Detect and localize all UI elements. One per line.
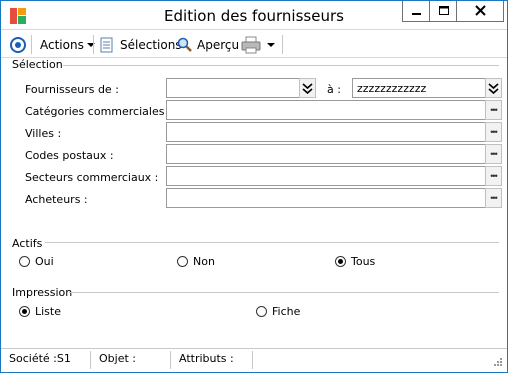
radio-circle (177, 256, 188, 267)
codes-postaux-label: Codes postaux : (25, 149, 114, 162)
actifs-tous-radio[interactable]: Tous (335, 255, 375, 268)
app-window: Edition des fournisseurs Actions Sélecti… (0, 0, 508, 373)
selection-divider (63, 65, 499, 66)
categories-input[interactable] (166, 100, 485, 120)
ellipsis-icon: ••• (490, 105, 498, 115)
chevron-down-icon (86, 43, 95, 47)
minimize-button[interactable] (402, 1, 430, 22)
secteurs-input[interactable] (166, 166, 485, 186)
target-button[interactable] (9, 35, 27, 55)
actions-menu[interactable]: Actions (40, 35, 96, 55)
villes-picker-button[interactable]: ••• (485, 122, 502, 142)
printer-icon (241, 36, 261, 54)
actifs-non-radio[interactable]: Non (177, 255, 215, 268)
radio-circle-selected (335, 256, 346, 267)
double-chevron-down-icon (488, 82, 499, 94)
print-dropdown[interactable] (266, 35, 276, 55)
selections-label: Sélections (120, 38, 182, 52)
codes-postaux-picker-button[interactable]: ••• (485, 144, 502, 164)
actifs-tous-label: Tous (351, 255, 376, 268)
impression-liste-radio[interactable]: Liste (19, 305, 61, 318)
apercu-button[interactable]: Aperçu (177, 35, 239, 55)
to-label: à : (327, 83, 341, 96)
acheteurs-label: Acheteurs : (25, 193, 88, 206)
fournisseurs-to-input[interactable]: zzzzzzzzzzzz (352, 78, 485, 98)
fournisseurs-to-dropdown[interactable] (485, 78, 502, 98)
ellipsis-icon: ••• (490, 193, 498, 203)
impression-divider (69, 292, 499, 293)
print-button[interactable] (241, 35, 261, 55)
actifs-oui-radio[interactable]: Oui (19, 255, 54, 268)
fournisseurs-from-input[interactable] (166, 78, 299, 98)
target-icon (10, 37, 26, 53)
minimize-icon (412, 13, 421, 15)
actifs-oui-label: Oui (35, 255, 54, 268)
villes-input[interactable] (166, 122, 485, 142)
acheteurs-picker-button[interactable]: ••• (485, 188, 502, 208)
toolbar: Actions Sélections Aperçu (1, 32, 507, 58)
impression-heading: Impression (12, 286, 73, 299)
apercu-label: Aperçu (197, 38, 240, 52)
ellipsis-icon: ••• (490, 149, 498, 159)
radio-circle (19, 256, 30, 267)
ellipsis-icon: ••• (490, 171, 498, 181)
document-icon (100, 37, 113, 53)
secteurs-label: Secteurs commerciaux : (25, 171, 159, 184)
title-bar: Edition des fournisseurs (1, 1, 507, 30)
magnifier-icon (177, 37, 192, 52)
secteurs-picker-button[interactable]: ••• (485, 166, 502, 186)
resize-grip-icon[interactable] (491, 357, 503, 369)
double-chevron-down-icon (302, 82, 313, 94)
radio-circle (256, 306, 267, 317)
close-button[interactable] (456, 1, 504, 22)
selection-heading: Sélection (12, 58, 63, 71)
status-attributs: Attributs : (171, 351, 253, 369)
status-bar: Société :S1 Objet : Attributs : (1, 348, 507, 372)
impression-liste-label: Liste (35, 305, 61, 318)
impression-fiche-radio[interactable]: Fiche (256, 305, 300, 318)
selections-button[interactable]: Sélections (99, 35, 182, 55)
actions-label: Actions (40, 38, 84, 52)
actifs-divider (45, 242, 499, 243)
acheteurs-input[interactable] (166, 188, 485, 208)
chevron-down-icon (267, 43, 275, 47)
radio-circle-selected (19, 306, 30, 317)
maximize-icon (439, 6, 449, 15)
ellipsis-icon: ••• (490, 127, 498, 137)
actifs-heading: Actifs (12, 237, 43, 250)
actifs-non-label: Non (193, 255, 215, 268)
categories-label: Catégories commerciales : (25, 105, 172, 118)
codes-postaux-input[interactable] (166, 144, 485, 164)
status-societe: Société :S1 (1, 351, 91, 369)
maximize-button[interactable] (429, 1, 457, 22)
villes-label: Villes : (25, 127, 62, 140)
impression-fiche-label: Fiche (272, 305, 301, 318)
categories-picker-button[interactable]: ••• (485, 100, 502, 120)
fournisseurs-label: Fournisseurs de : (25, 83, 119, 96)
status-objet: Objet : (91, 351, 171, 369)
close-icon (475, 5, 486, 16)
fournisseurs-from-dropdown[interactable] (299, 78, 316, 98)
